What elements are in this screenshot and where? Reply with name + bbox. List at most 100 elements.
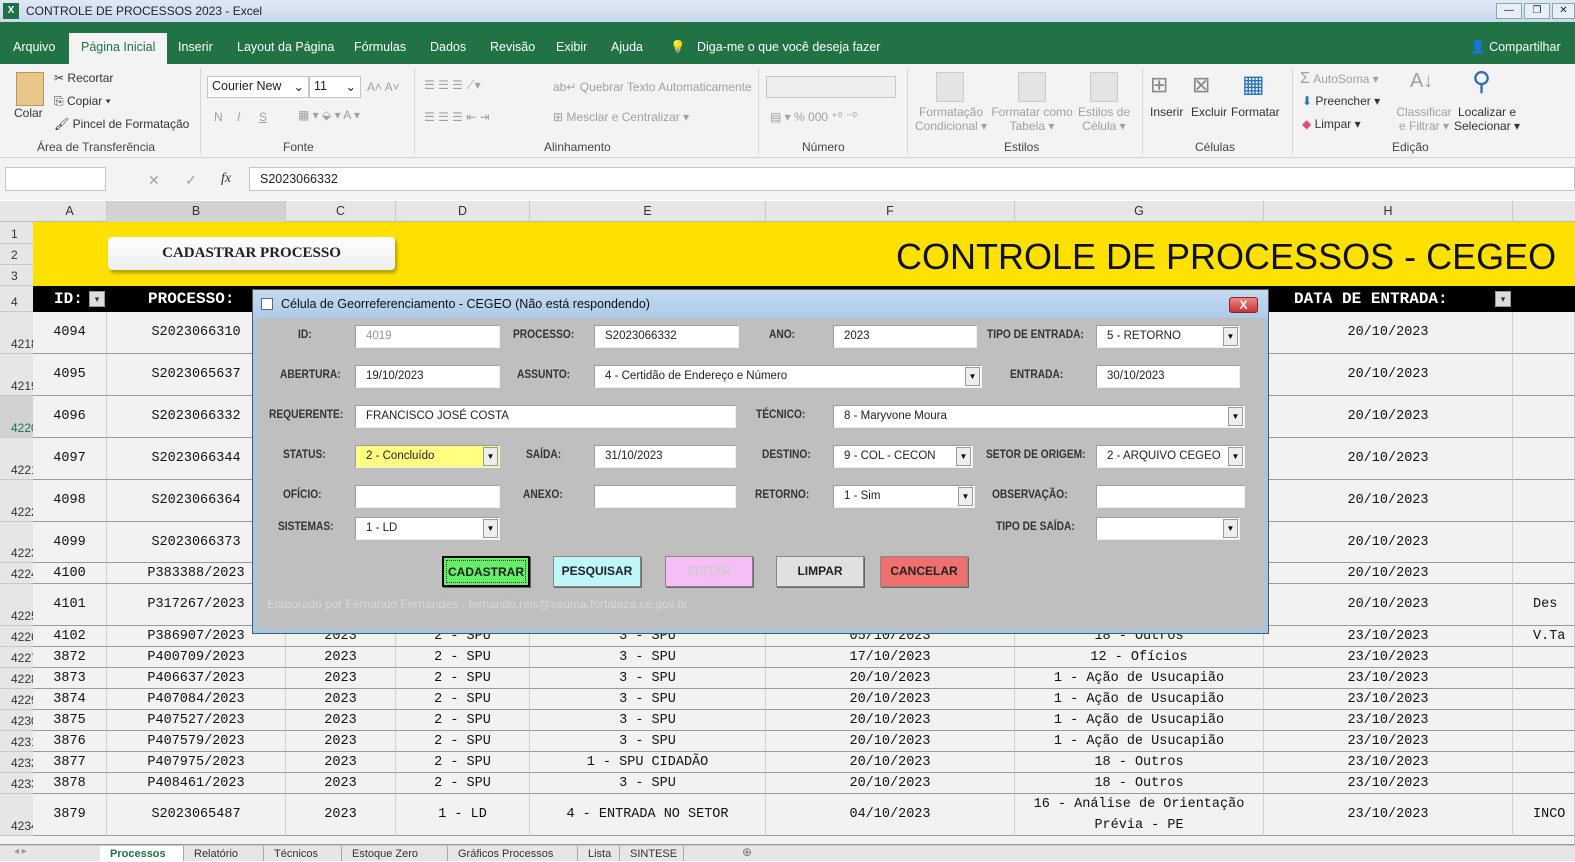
table-cell[interactable]: 18 - Outros xyxy=(1015,773,1264,794)
table-cell[interactable] xyxy=(1513,752,1575,773)
table-cell[interactable]: 20/10/2023 xyxy=(1264,480,1513,522)
table-cell[interactable]: 16 - Análise de Orientação Prévia - PE xyxy=(1015,794,1264,836)
table-cell[interactable]: 23/10/2023 xyxy=(1264,731,1513,752)
table-cell[interactable]: 4100 xyxy=(33,563,107,584)
id-textbox[interactable]: 4019 xyxy=(355,325,500,348)
tab-pagina-inicial[interactable]: Página Inicial xyxy=(69,33,168,64)
dropdown-arrow-icon[interactable]: ▼ xyxy=(483,519,498,538)
table-cell[interactable]: 04/10/2023 xyxy=(766,794,1015,836)
wrap-text-button[interactable]: ab↵ Quebrar Texto Automaticamente xyxy=(553,80,752,94)
cadastrar-button[interactable]: CADASTRAR xyxy=(442,556,530,587)
cancel-icon[interactable]: ✕ xyxy=(148,172,160,189)
add-sheet-icon[interactable]: ⊕ xyxy=(742,845,752,859)
align-horizontal-icons[interactable]: ☰ ☰ ☰ ⇤ ⇥ xyxy=(424,110,490,124)
table-cell[interactable]: P406637/2023 xyxy=(107,668,286,689)
column-header[interactable]: B xyxy=(107,201,286,222)
font-name-select[interactable]: Courier New ⌄ xyxy=(207,76,309,98)
table-cell[interactable]: 20/10/2023 xyxy=(1264,354,1513,396)
oficio-textbox[interactable] xyxy=(355,485,500,508)
align-top-icons[interactable]: ☰ ☰ ☰ ⟋▾ xyxy=(424,78,481,93)
table-cell[interactable]: 3878 xyxy=(33,773,107,794)
row-header[interactable]: 2 xyxy=(0,244,33,265)
table-cell[interactable] xyxy=(1513,563,1575,584)
format-painter-button[interactable]: 🖌 Pincel de Formatação xyxy=(54,117,189,131)
dropdown-arrow-icon[interactable]: ▼ xyxy=(1223,519,1238,538)
table-cell[interactable]: 1 - Ação de Usucapião xyxy=(1015,668,1264,689)
table-cell[interactable]: 2023 xyxy=(286,794,396,836)
filter-dropdown-icon[interactable]: ▾ xyxy=(1495,291,1511,307)
table-cell[interactable]: 2023 xyxy=(286,668,396,689)
anexo-textbox[interactable] xyxy=(594,485,736,508)
sort-filter-button[interactable]: Classificar e Filtrar ▾ xyxy=(1396,105,1452,133)
table-cell[interactable]: 3872 xyxy=(33,647,107,668)
table-cell[interactable]: 20/10/2023 xyxy=(766,710,1015,731)
table-cell[interactable]: 3 - SPU xyxy=(530,647,766,668)
currency-icon[interactable]: ▤ ▾ % 000 ⁺⁰ ⁻⁰ xyxy=(770,110,857,124)
table-cell[interactable] xyxy=(1513,647,1575,668)
column-header[interactable]: D xyxy=(396,201,530,222)
tab-inserir[interactable]: Inserir xyxy=(178,40,213,54)
filter-dropdown-icon[interactable]: ▾ xyxy=(89,291,105,307)
cut-button[interactable]: ✂ Recortar xyxy=(54,71,113,85)
table-cell[interactable]: 2023 xyxy=(286,710,396,731)
column-header[interactable]: G xyxy=(1015,201,1264,222)
table-cell[interactable]: 3 - SPU xyxy=(530,731,766,752)
table-cell[interactable]: 2 - SPU xyxy=(396,752,530,773)
table-cell[interactable]: 4095 xyxy=(33,354,107,396)
tell-me-search[interactable]: Diga-me o que você deseja fazer xyxy=(697,40,880,54)
row-header[interactable]: 4234 xyxy=(0,794,38,836)
dropdown-arrow-icon[interactable]: ▼ xyxy=(958,487,973,506)
row-header[interactable]: 4229 xyxy=(0,689,38,710)
column-header[interactable]: A xyxy=(33,201,107,222)
sheet-tab[interactable]: Lista xyxy=(578,846,620,861)
tab-formulas[interactable]: Fórmulas xyxy=(354,40,406,54)
sheet-tab[interactable]: Relatório xyxy=(184,846,264,861)
table-cell[interactable]: 3877 xyxy=(33,752,107,773)
row-header[interactable]: 4228 xyxy=(0,668,38,689)
table-cell[interactable] xyxy=(1513,438,1575,480)
table-cell[interactable]: 4096 xyxy=(33,396,107,438)
table-cell[interactable]: 2 - SPU xyxy=(396,668,530,689)
setor-origem-combobox[interactable]: 2 - ARQUIVO CEGEO ▼ xyxy=(1096,445,1245,468)
tipo-saida-combobox[interactable]: ▼ xyxy=(1096,517,1240,540)
table-cell[interactable] xyxy=(1513,396,1575,438)
retorno-combobox[interactable]: 1 - Sim ▼ xyxy=(833,485,975,508)
abertura-textbox[interactable]: 19/10/2023 xyxy=(355,365,500,388)
pesquisar-button[interactable]: PESQUISAR xyxy=(553,556,641,587)
table-cell[interactable]: Des xyxy=(1513,584,1575,626)
table-cell[interactable]: 1 - SPU CIDADÃO xyxy=(530,752,766,773)
paste-button[interactable]: Colar xyxy=(14,106,43,120)
table-cell[interactable]: 4101 xyxy=(33,584,107,626)
table-cell[interactable] xyxy=(1513,354,1575,396)
table-cell[interactable]: 20/10/2023 xyxy=(1264,312,1513,354)
table-cell[interactable]: 23/10/2023 xyxy=(1264,710,1513,731)
format-cells-button[interactable]: Formatar xyxy=(1231,105,1280,119)
table-cell[interactable]: 4094 xyxy=(33,312,107,354)
table-cell[interactable] xyxy=(1513,312,1575,354)
table-cell[interactable] xyxy=(1513,480,1575,522)
table-cell[interactable]: P407579/2023 xyxy=(107,731,286,752)
sheet-tab[interactable]: SINTESE xyxy=(620,846,684,861)
table-cell[interactable]: 3873 xyxy=(33,668,107,689)
thousands-button[interactable]: 000 xyxy=(808,110,828,124)
table-cell[interactable]: 1 - Ação de Usucapião xyxy=(1015,710,1264,731)
table-cell[interactable]: 23/10/2023 xyxy=(1264,794,1513,836)
table-cell[interactable]: 1 - LD xyxy=(396,794,530,836)
column-header[interactable]: F xyxy=(766,201,1015,222)
share-button[interactable]: 👤 Compartilhar xyxy=(1470,40,1561,55)
tab-layout[interactable]: Layout da Página xyxy=(237,40,334,54)
italic-button[interactable]: I xyxy=(237,110,240,124)
table-cell[interactable]: 18 - Outros xyxy=(1015,752,1264,773)
percent-button[interactable]: % xyxy=(794,110,805,124)
row-header[interactable]: 4221 xyxy=(0,438,38,480)
row-header[interactable]: 4220 xyxy=(0,396,38,438)
table-cell[interactable]: 20/10/2023 xyxy=(766,689,1015,710)
status-combobox[interactable]: 2 - Concluído ▼ xyxy=(355,445,500,468)
name-box[interactable] xyxy=(5,167,106,191)
row-header[interactable]: 4 xyxy=(0,286,33,312)
table-cell[interactable]: P407527/2023 xyxy=(107,710,286,731)
table-cell[interactable]: 3 - SPU xyxy=(530,710,766,731)
table-cell[interactable]: 3876 xyxy=(33,731,107,752)
table-cell[interactable]: V.Ta xyxy=(1513,626,1575,647)
fill-button[interactable]: ⬇ Preencher ▾ xyxy=(1302,94,1380,108)
